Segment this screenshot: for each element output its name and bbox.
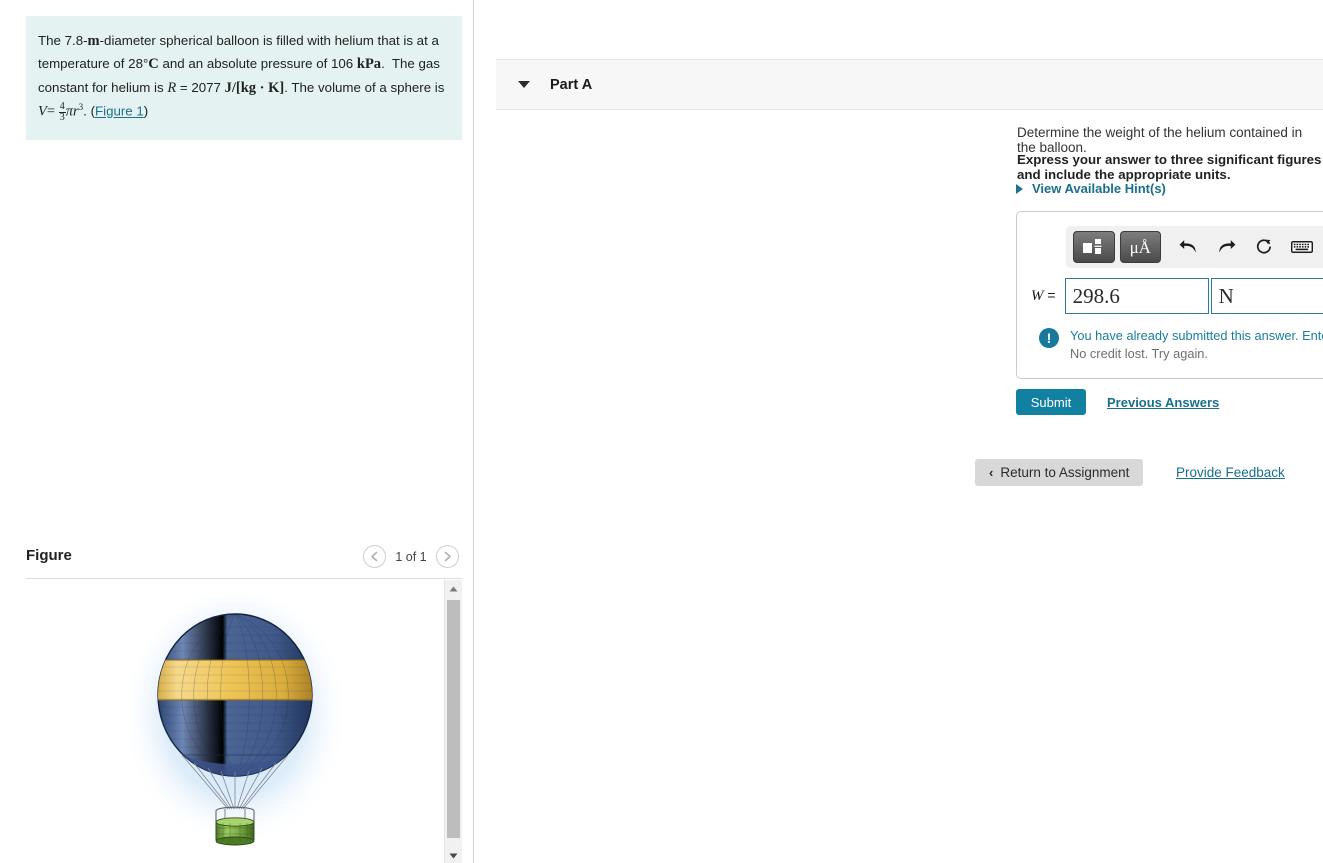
math-toolbar: μÅ — [1066, 226, 1323, 268]
question-text: Determine the weight of the helium conta… — [1017, 125, 1303, 155]
problem-seg-5: . The volume of a sphere is — [284, 79, 445, 95]
problem-seg-4: = 2077 — [176, 79, 225, 95]
caret-right-icon — [1016, 183, 1023, 194]
figure-next-button[interactable] — [436, 545, 459, 568]
balloon-illustration — [125, 591, 345, 847]
triangle-up-icon — [449, 586, 458, 591]
redo-arrow-icon — [1219, 239, 1236, 253]
problem-seg-2: and an absolute pressure of 106 — [158, 56, 357, 72]
math-template-icon — [1082, 239, 1102, 254]
figure-1-link[interactable]: Figure 1 — [95, 104, 144, 119]
view-hints-label: View Available Hint(s) — [1032, 181, 1166, 196]
problem-statement-text: The 7.8-m-diameter spherical balloon is … — [38, 30, 450, 124]
figure-link-close-paren: ) — [143, 103, 149, 119]
math-template-button[interactable] — [1073, 231, 1115, 263]
part-a-header[interactable]: Part A — [496, 59, 1323, 110]
scrollbar-thumb[interactable] — [447, 600, 460, 838]
chevron-left-icon — [371, 551, 378, 562]
answer-equals: = — [1047, 287, 1056, 303]
caret-down-icon — [518, 81, 530, 88]
keyboard-icon — [1290, 240, 1313, 254]
figure-pager: 1 of 1 — [363, 545, 459, 568]
unit-kpa: kPa — [356, 56, 382, 73]
answer-symbol-W: W — [1031, 288, 1044, 304]
pi-r-term: πr — [65, 103, 79, 120]
figure-scrollbar[interactable] — [444, 580, 462, 863]
equals-sign: = — [46, 103, 56, 120]
period: . — [83, 103, 87, 119]
figure-image — [26, 579, 444, 863]
answer-panel: μÅ W = 298.6 N ! You have already submit… — [1016, 211, 1323, 379]
return-to-assignment-label: Return to Assignment — [1000, 465, 1130, 480]
answer-row: W = 298.6 N — [1031, 278, 1323, 314]
instruction-text: Express your answer to three significant… — [1017, 152, 1322, 182]
submit-button[interactable]: Submit — [1016, 389, 1086, 415]
answer-label: W = — [1031, 287, 1056, 305]
scrollbar-up-arrow[interactable] — [445, 580, 462, 597]
problem-statement-box: The 7.8-m-diameter spherical balloon is … — [26, 16, 462, 141]
chevron-right-icon — [444, 551, 451, 562]
figure-viewport — [26, 578, 462, 863]
unit-meter: m — [87, 33, 100, 49]
reset-circle-icon — [1256, 239, 1271, 254]
previous-answers-link[interactable]: Previous Answers — [1107, 395, 1219, 410]
figure-prev-button[interactable] — [363, 545, 386, 568]
redo-button[interactable] — [1210, 231, 1244, 263]
feedback-secondary-text: No credit lost. Try again. — [1070, 346, 1208, 362]
view-hints-toggle[interactable]: View Available Hint(s) — [1016, 181, 1166, 196]
answer-value-text: 298.6 — [1072, 283, 1120, 308]
return-to-assignment-button[interactable]: ‹ Return to Assignment — [975, 459, 1144, 486]
provide-feedback-link[interactable]: Provide Feedback — [1176, 465, 1285, 480]
chevron-left-icon: ‹ — [989, 465, 994, 480]
answer-units-text: N — [1218, 283, 1234, 308]
symbol-R: R — [167, 79, 177, 96]
answer-value-input[interactable]: 298.6 — [1064, 278, 1209, 314]
fraction-four-thirds: 43 — [58, 101, 66, 124]
problem-seg-0: The 7.8- — [38, 33, 88, 48]
units-button-label: μÅ — [1129, 237, 1151, 257]
right-panel: Part A Determine the weight of the heliu… — [475, 0, 1323, 863]
undo-button[interactable] — [1172, 231, 1206, 263]
units-button[interactable]: μÅ — [1119, 231, 1162, 263]
unit-gas-constant: J/[kg · K] — [224, 79, 285, 96]
left-panel: The 7.8-m-diameter spherical balloon is … — [0, 0, 474, 863]
reset-button[interactable] — [1247, 231, 1281, 263]
exclamation-mark: ! — [1046, 330, 1052, 346]
undo-arrow-icon — [1179, 239, 1196, 253]
feedback-message: ! You have already submitted this answer… — [1039, 327, 1323, 363]
exclamation-circle-icon: ! — [1039, 328, 1059, 348]
feedback-texts: You have already submitted this answer. … — [1070, 327, 1323, 363]
figure-header: Figure 1 of 1 — [26, 545, 462, 577]
figure-title: Figure — [26, 547, 72, 564]
scrollbar-down-arrow[interactable] — [445, 847, 462, 863]
triangle-down-icon — [449, 853, 458, 858]
symbol-V: V — [38, 103, 47, 120]
part-a-title: Part A — [550, 76, 593, 93]
feedback-primary-text: You have already submitted this answer. … — [1070, 328, 1323, 343]
keyboard-button[interactable] — [1285, 231, 1319, 263]
unit-celsius: C — [148, 56, 159, 73]
fraction-denominator: 3 — [59, 112, 65, 124]
answer-units-input[interactable]: N — [1210, 278, 1323, 314]
figure-pager-label: 1 of 1 — [395, 549, 427, 564]
